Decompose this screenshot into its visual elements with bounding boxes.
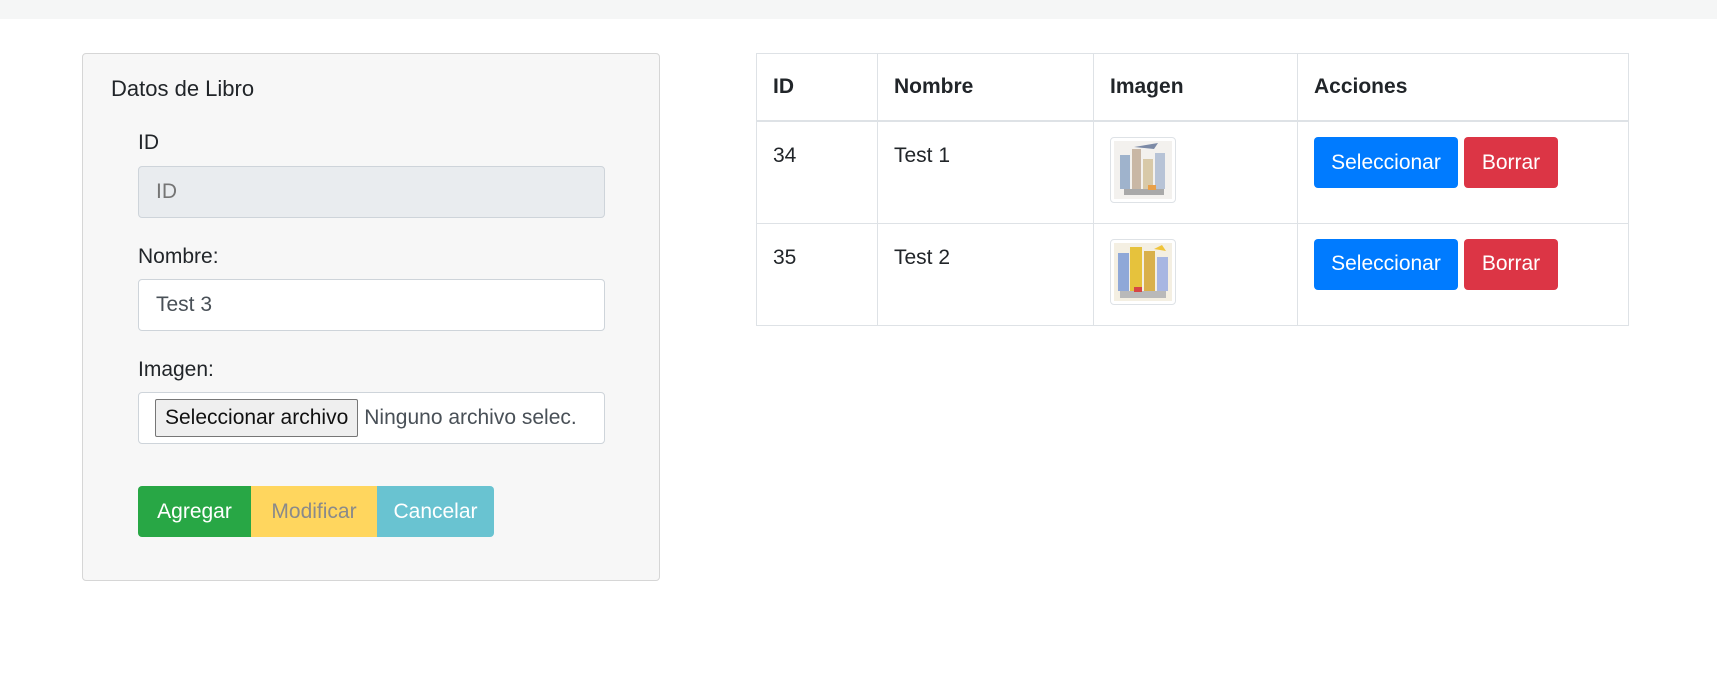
select-button[interactable]: Seleccionar xyxy=(1314,238,1458,290)
table-header-row: ID Nombre Imagen Acciones xyxy=(756,53,1629,122)
image-file-input[interactable]: Seleccionar archivo Ninguno archivo sele… xyxy=(138,392,605,444)
name-field[interactable] xyxy=(138,279,605,331)
select-button[interactable]: Seleccionar xyxy=(1314,137,1458,188)
header-actions: Acciones xyxy=(1297,53,1629,122)
delete-button[interactable]: Borrar xyxy=(1464,137,1558,188)
cell-name: Test 2 xyxy=(877,222,1094,326)
card-title: Datos de Libro xyxy=(111,76,255,101)
form-button-group: Agregar Modificar Cancelar xyxy=(138,486,494,537)
book-thumbnail xyxy=(1110,137,1176,203)
name-label: Nombre: xyxy=(138,245,219,268)
delete-button[interactable]: Borrar xyxy=(1464,238,1558,290)
file-status-text: Ninguno archivo selec. xyxy=(364,406,577,429)
cancel-button[interactable]: Cancelar xyxy=(377,486,494,537)
books-table: ID Nombre Imagen Acciones 34 Test 1 Sele… xyxy=(756,53,1629,326)
header-id: ID xyxy=(756,53,878,122)
cell-image xyxy=(1093,120,1298,224)
table-row: 34 Test 1 Seleccionar Borrar xyxy=(756,120,1629,224)
add-button[interactable]: Agregar xyxy=(138,486,251,537)
cell-id: 34 xyxy=(756,120,878,224)
cell-actions: Seleccionar Borrar xyxy=(1297,120,1629,224)
cell-actions: Seleccionar Borrar xyxy=(1297,222,1629,326)
header-name: Nombre xyxy=(877,53,1094,122)
book-form-card: Datos de Libro ID Nombre: Imagen: Selecc… xyxy=(82,53,660,581)
cell-image xyxy=(1093,222,1298,326)
modify-button[interactable]: Modificar xyxy=(251,486,377,537)
top-bar xyxy=(0,0,1717,19)
id-field xyxy=(138,166,605,218)
image-label: Imagen: xyxy=(138,358,214,381)
choose-file-button[interactable]: Seleccionar archivo xyxy=(155,399,359,437)
cell-name: Test 1 xyxy=(877,120,1094,224)
id-label: ID xyxy=(138,131,159,154)
table-row: 35 Test 2 Seleccionar Borrar xyxy=(756,222,1629,326)
book-thumbnail xyxy=(1110,238,1176,305)
cell-id: 35 xyxy=(756,222,878,326)
header-image: Imagen xyxy=(1093,53,1298,122)
